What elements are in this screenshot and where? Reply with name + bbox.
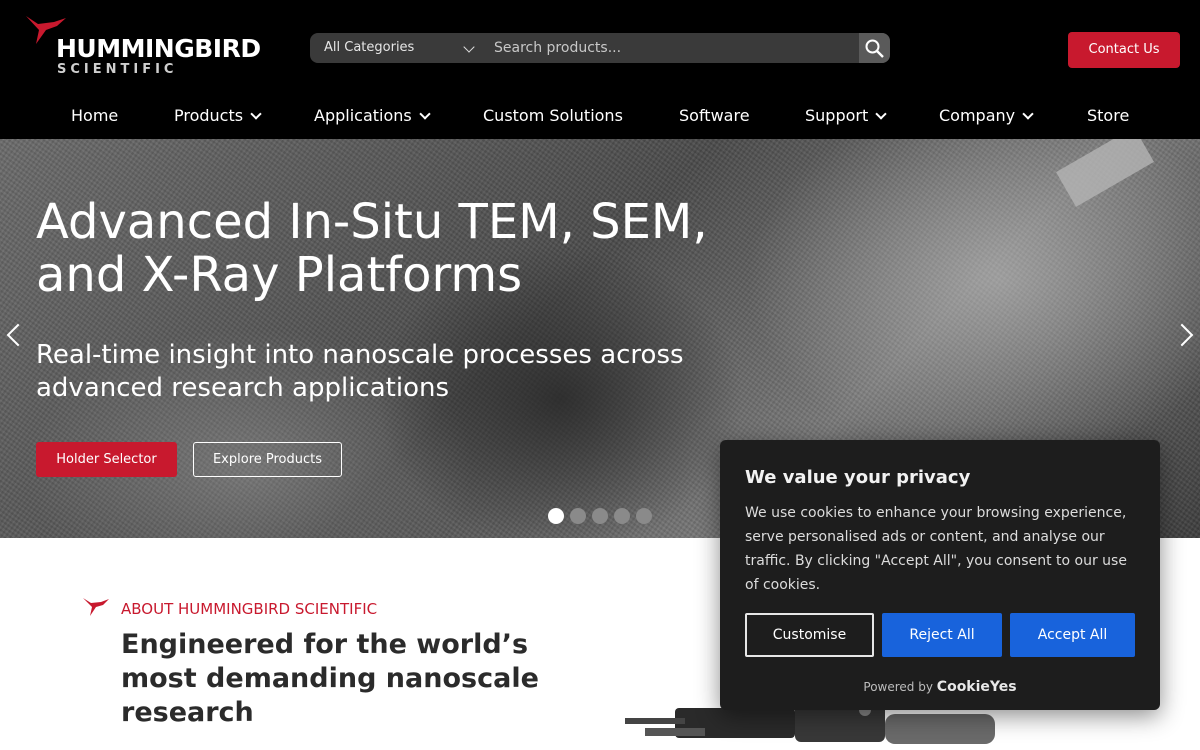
nav-item-label: Custom Solutions [483, 106, 623, 125]
main-nav: Home Products Applications Custom Soluti… [0, 98, 1200, 136]
search-bar: All Categories [310, 33, 890, 63]
carousel-dot[interactable] [548, 508, 564, 524]
explore-products-button[interactable]: Explore Products [193, 442, 342, 477]
cookieyes-logo[interactable]: CookieYes [937, 679, 1017, 695]
nav-item-home[interactable]: Home [71, 106, 118, 125]
nav-item-label: Company [939, 106, 1016, 125]
hummingbird-icon [83, 598, 109, 616]
nav-item-support[interactable]: Support [805, 106, 887, 125]
chevron-down-icon [463, 41, 475, 53]
about-kicker: ABOUT HUMMINGBIRD SCIENTIFIC [121, 600, 378, 618]
nav-item-label: Products [174, 106, 244, 125]
logo-wordmark: HUMMINGBIRD [56, 34, 261, 63]
hero-subtitle: Real-time insight into nanoscale process… [36, 340, 684, 403]
site-header: HUMMINGBIRD SCIENTIFIC All Categories Co… [0, 0, 1200, 139]
search-input[interactable] [485, 33, 859, 63]
chevron-down-icon [875, 108, 887, 120]
customise-button[interactable]: Customise [745, 613, 874, 657]
nav-item-store[interactable]: Store [1087, 106, 1129, 125]
search-icon [865, 39, 884, 58]
nav-item-company[interactable]: Company [939, 106, 1034, 125]
holder-selector-button[interactable]: Holder Selector [36, 442, 177, 477]
category-select[interactable]: All Categories [310, 33, 485, 63]
reject-all-button[interactable]: Reject All [882, 613, 1002, 657]
about-title: Engineered for the world’s most demandin… [121, 629, 539, 728]
nav-item-label: Store [1087, 106, 1130, 125]
cookie-consent-banner: We value your privacy We use cookies to … [720, 440, 1160, 710]
powered-by-label: Powered by [863, 680, 933, 694]
nav-item-label: Software [679, 106, 750, 125]
accept-all-button[interactable]: Accept All [1010, 613, 1135, 657]
carousel-dot[interactable] [636, 508, 652, 524]
powered-by: Powered by CookieYes [720, 679, 1160, 695]
nav-item-custom-solutions[interactable]: Custom Solutions [483, 106, 623, 125]
cookie-description: We use cookies to enhance your browsing … [745, 505, 1127, 593]
search-button[interactable] [859, 33, 890, 63]
nav-item-label: Home [71, 106, 119, 125]
carousel-dot[interactable] [614, 508, 630, 524]
carousel-next-icon[interactable] [1170, 323, 1194, 347]
nav-item-software[interactable]: Software [679, 106, 750, 125]
contact-us-button[interactable]: Contact Us [1068, 32, 1180, 68]
nav-item-label: Support [805, 106, 869, 125]
nav-item-applications[interactable]: Applications [314, 106, 431, 125]
chevron-down-icon [1022, 108, 1034, 120]
chevron-down-icon [250, 108, 262, 120]
carousel-dot[interactable] [592, 508, 608, 524]
hero-title: Advanced In-Situ TEM, SEM, and X-Ray Pla… [36, 194, 708, 303]
chevron-down-icon [419, 108, 431, 120]
carousel-prev-icon[interactable] [6, 323, 30, 347]
carousel-dot[interactable] [570, 508, 586, 524]
cookie-title: We value your privacy [745, 467, 971, 488]
site-logo[interactable]: HUMMINGBIRD SCIENTIFIC [24, 14, 274, 77]
logo-subtitle: SCIENTIFIC [57, 62, 178, 77]
nav-item-label: Applications [314, 106, 412, 125]
nav-item-products[interactable]: Products [174, 106, 262, 125]
category-select-value: All Categories [324, 40, 415, 55]
hero-background-image [1056, 139, 1154, 207]
